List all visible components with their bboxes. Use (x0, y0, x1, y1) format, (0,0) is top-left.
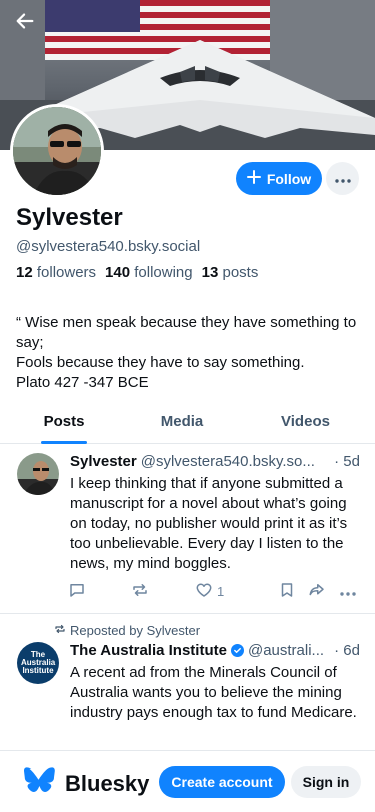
bookmark-button[interactable] (278, 581, 296, 602)
post-author-name[interactable]: The Australia Institute (70, 642, 227, 659)
feed-post[interactable]: Sylvester @sylvestera540.bsky.so... · 5d… (0, 444, 375, 614)
followers-label: followers (36, 264, 97, 281)
post-author-name[interactable]: Sylvester (70, 453, 137, 470)
post-timestamp[interactable]: · 5d (334, 453, 360, 470)
sign-in-button[interactable]: Sign in (291, 766, 361, 798)
post-author-handle[interactable]: @sylvestera540.bsky.so... (141, 453, 330, 470)
followers-count: 12 (16, 264, 33, 281)
tab-posts[interactable]: Posts (0, 400, 128, 443)
feed-post[interactable]: Reposted by Sylvester The Australia Inst… (0, 614, 375, 754)
back-button[interactable] (14, 10, 54, 42)
posts-count: 13 (201, 264, 219, 281)
post-actions: 1 (68, 579, 360, 603)
heart-icon (195, 581, 213, 602)
bluesky-logo[interactable]: Bluesky (22, 767, 149, 801)
profile-avatar[interactable] (10, 104, 104, 198)
brand-name: Bluesky (65, 771, 150, 796)
repost-icon (54, 623, 66, 638)
share-button[interactable] (308, 581, 326, 602)
reply-icon (68, 581, 86, 602)
post-text: I keep thinking that if anyone submitted… (70, 475, 348, 572)
post-header: The Australia Institute @australi... · 6… (70, 642, 360, 659)
posts-label: posts (222, 264, 259, 281)
ellipsis-icon (334, 170, 351, 188)
like-button[interactable]: 1 (195, 581, 224, 602)
ellipsis-icon (340, 584, 356, 599)
share-icon (308, 581, 326, 602)
bookmark-icon (278, 581, 296, 602)
follow-button[interactable]: Follow (236, 162, 322, 195)
repost-label: Reposted by Sylvester (70, 623, 201, 638)
repost-icon (131, 581, 149, 602)
profile-tabs: Posts Media Videos (0, 400, 375, 444)
signup-bottom-bar: Bluesky Create account Sign in (0, 750, 375, 812)
like-count: 1 (217, 583, 225, 599)
display-name: Sylvester (16, 204, 123, 231)
post-text: A recent ad from the Minerals Council of… (70, 664, 357, 721)
verified-badge-icon (230, 644, 244, 657)
reply-button[interactable] (68, 581, 86, 602)
tab-videos[interactable]: Videos (236, 400, 375, 443)
following-link[interactable]: 140 following (105, 264, 193, 281)
post-timestamp[interactable]: · 6d (334, 642, 360, 659)
profile-handle: @sylvestera540.bsky.social (16, 238, 201, 255)
repost-button[interactable] (131, 581, 149, 602)
followers-link[interactable]: 12 followers (16, 264, 96, 281)
plus-icon (246, 170, 261, 187)
follow-label: Follow (266, 170, 312, 187)
profile-bio: “ Wise men speak because they have somet… (16, 314, 357, 391)
post-header: Sylvester @sylvestera540.bsky.so... · 5d (70, 453, 360, 470)
create-account-button[interactable]: Create account (159, 766, 285, 798)
tab-media[interactable]: Media (128, 400, 236, 443)
butterfly-icon (22, 767, 55, 801)
post-author-avatar[interactable] (17, 453, 59, 495)
profile-stats: 12 followers 140 following 13 posts (16, 264, 258, 281)
posts-stat: 13 posts (202, 264, 259, 281)
post-author-handle[interactable]: @australi... (248, 642, 330, 659)
more-options-button[interactable] (326, 162, 359, 195)
following-label: following (134, 264, 193, 281)
post-more-button[interactable] (340, 584, 356, 599)
following-count: 140 (105, 264, 131, 281)
repost-indicator[interactable]: Reposted by Sylvester (54, 623, 200, 638)
australia-institute-logo: The Australia Institute (21, 650, 56, 675)
post-author-avatar[interactable]: The Australia Institute (17, 642, 59, 684)
